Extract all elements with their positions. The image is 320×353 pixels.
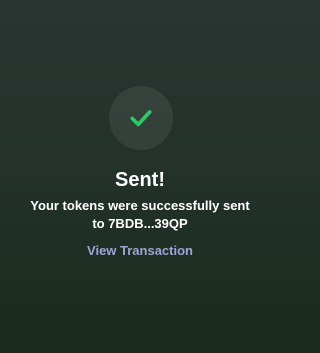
recipient-prefix: to <box>92 216 109 231</box>
recipient-address: 7BDB...39QP <box>108 216 188 231</box>
recipient-line: to 7BDB...39QP <box>20 215 260 233</box>
success-badge <box>109 86 173 150</box>
success-message-line: Your tokens were successfully sent <box>30 198 250 213</box>
send-success-panel: Sent! Your tokens were successfully sent… <box>0 0 280 353</box>
view-transaction-link[interactable]: View Transaction <box>0 242 280 260</box>
checkmark-icon <box>130 110 152 127</box>
success-title: Sent! <box>115 169 165 191</box>
success-message: Your tokens were successfully sent to 7B… <box>20 197 260 233</box>
